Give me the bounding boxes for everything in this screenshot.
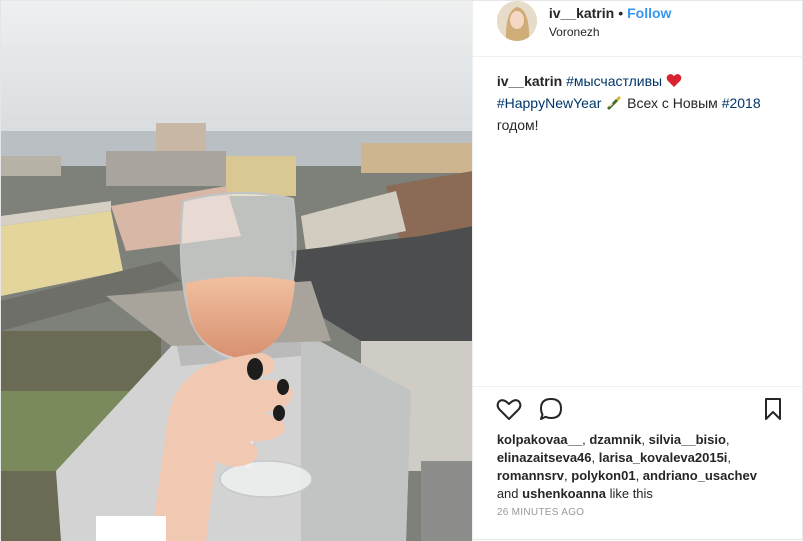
likes-suffix-text: like this [609,486,653,501]
liker-username[interactable]: romannsrv [497,468,564,483]
header-separator: • [618,5,624,21]
caption-username[interactable]: iv__katrin [497,73,562,89]
red-heart-emoji-icon [666,73,682,93]
liker-username[interactable]: ushenkoanna [522,486,606,501]
post-sidebar: iv__katrin • Follow Voronezh iv__katrin #м… [471,1,803,541]
save-button[interactable] [759,395,787,423]
hashtag-link[interactable]: #HappyNewYear [497,95,602,111]
post-header: iv__katrin • Follow Voronezh [472,1,803,57]
liker-username[interactable]: larisa_kovaleva2015i [599,450,728,465]
caption-text: годом! [496,117,539,133]
liker-username[interactable]: elinazaitseva46 [497,450,592,465]
post-caption: iv__katrin #мысчастливы #HappyNewYear Вс… [497,71,797,135]
post-photo[interactable] [1,1,472,541]
hashtag-link[interactable]: #мысчастливы [566,73,662,89]
location-link[interactable]: Voronezh [549,25,600,39]
header-user-line: iv__katrin • Follow [549,5,672,21]
likes-and-text: and [496,486,519,501]
comment-bubble-icon [539,398,562,420]
profile-picture-icon [496,1,537,41]
action-bar [472,386,803,432]
city-view-with-wine-glass-image [1,1,472,541]
liker-username[interactable]: kolpakovaa__ [497,432,582,447]
liker-username[interactable]: polykon01 [571,468,635,483]
like-button[interactable] [495,395,523,423]
liked-by-section: kolpakovaa__, dzamnik, silvia__bisio, el… [496,432,757,501]
caption-text: Всех с Новым [627,95,718,111]
header-username[interactable]: iv__katrin [549,5,614,21]
bookmark-icon [764,398,781,420]
comment-button[interactable] [537,395,565,423]
liker-username[interactable]: andriano_usachev [643,468,757,483]
liker-username[interactable]: silvia__bisio [649,432,726,447]
avatar[interactable] [496,1,537,41]
liker-username[interactable]: dzamnik [589,432,641,447]
champagne-bottle-emoji-icon [605,94,623,115]
hashtag-link[interactable]: #2018 [722,95,761,111]
instagram-post: iv__katrin • Follow Voronezh iv__katrin #м… [0,0,803,541]
post-timestamp[interactable]: 26 MINUTES AGO [497,507,585,518]
follow-button[interactable]: Follow [627,5,671,21]
heart-outline-icon [496,399,522,420]
